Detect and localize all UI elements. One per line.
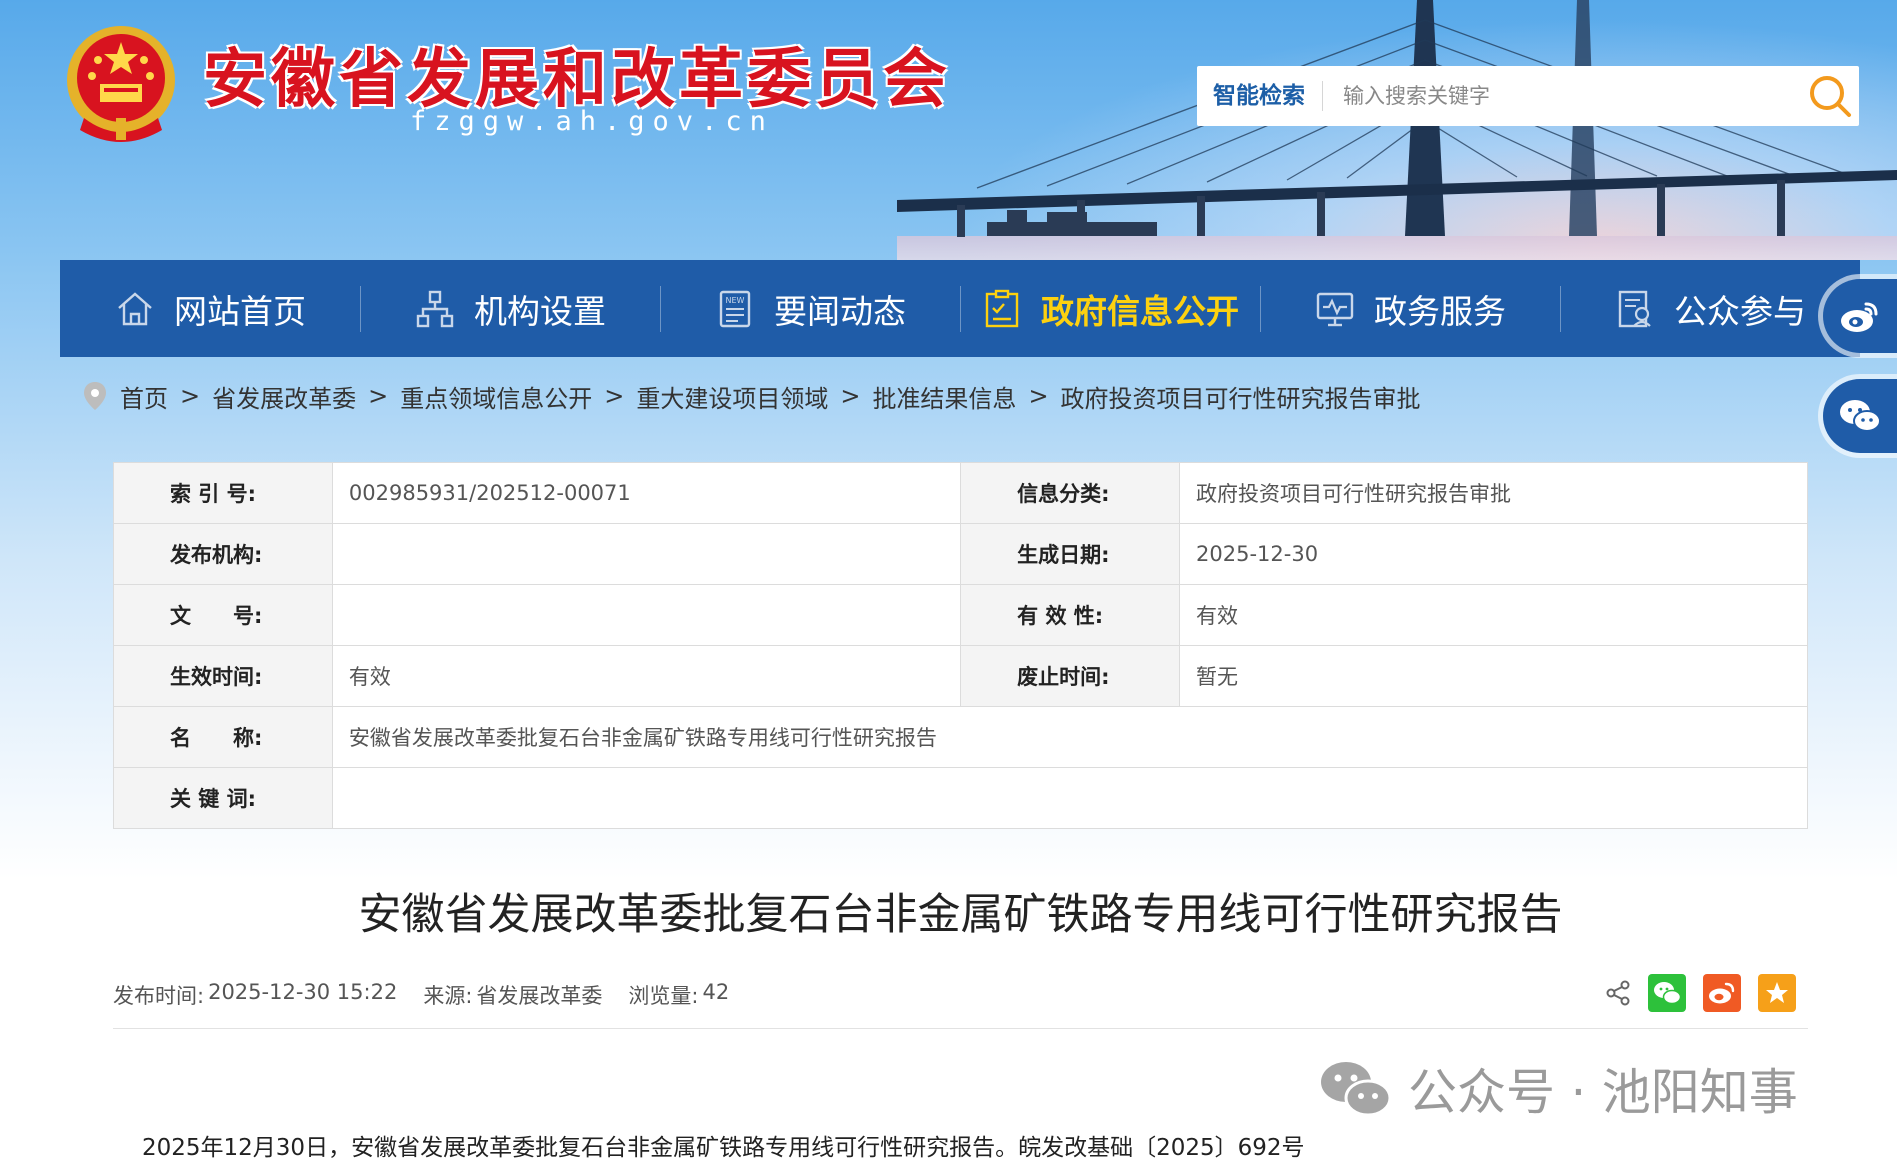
- location-pin-icon: [84, 382, 106, 410]
- watermark: 公众号 · 池阳知事: [1318, 1053, 1798, 1124]
- watermark-text: 公众号 · 池阳知事: [1408, 1064, 1798, 1121]
- home-icon: [118, 291, 152, 325]
- table-row: 名 称: 安徽省发展改革委批复石台非金属矿铁路专用线可行性研究报告: [113, 706, 1809, 768]
- breadcrumb-commission[interactable]: 省发展改革委: [212, 379, 356, 414]
- breadcrumb-current[interactable]: 政府投资项目可行性研究报告审批: [1061, 379, 1421, 414]
- article-body-paragraph: 2025年12月30日，安徽省发展改革委批复石台非金属矿铁路专用线可行性研究报告…: [142, 1135, 1305, 1161]
- wechat-icon: [1840, 400, 1881, 432]
- publisher-value: [331, 523, 962, 585]
- meta-divider: [113, 1028, 1808, 1029]
- smart-search-label[interactable]: 智能检索: [1197, 81, 1323, 111]
- validity-label: 有 效 性:: [960, 584, 1181, 646]
- name-label: 名 称:: [113, 706, 333, 768]
- svg-text:NEW: NEW: [726, 296, 745, 305]
- breadcrumb-separator: >: [368, 382, 389, 410]
- created-date-label: 生成日期:: [960, 523, 1181, 585]
- nav-item-label: 要闻动态: [774, 291, 906, 331]
- effective-time-label: 生效时间:: [113, 645, 333, 707]
- weibo-share-button[interactable]: [1703, 974, 1741, 1012]
- doc-no-label: 文 号:: [113, 584, 333, 646]
- effective-time-value: 有效: [331, 645, 962, 707]
- nav-item-organization[interactable]: 机构设置: [360, 260, 660, 357]
- breadcrumb-major-projects[interactable]: 重大建设项目领域: [636, 379, 828, 414]
- article-title: 安徽省发展改革委批复石台非金属矿铁路专用线可行性研究报告: [358, 890, 1563, 940]
- publish-time-label: 发布时间:: [113, 984, 205, 1008]
- doc-no-value: [331, 584, 962, 646]
- table-row: 发布机构: 生成日期: 2025-12-30: [113, 523, 1808, 585]
- national-emblem-logo: [67, 26, 175, 142]
- main-nav: 网站首页 机构设置 NEW 要闻动态 政府信息公开 政务服务 公众参与: [60, 260, 1860, 357]
- index-no-value: 002985931/202512-00071: [331, 462, 962, 524]
- nav-item-news[interactable]: NEW 要闻动态: [660, 260, 960, 357]
- nav-item-info-disclosure[interactable]: 政府信息公开: [960, 260, 1260, 357]
- nav-item-label: 机构设置: [474, 291, 606, 331]
- share-bar: [1605, 974, 1796, 1012]
- table-row: 索 引 号: 002985931/202512-00071 信息分类: 政府投资…: [113, 462, 1808, 524]
- share-icon[interactable]: [1605, 980, 1631, 1006]
- article-meta: 发布时间: 2025-12-30 15:22 来源: 省发展改革委 浏览量: 4…: [113, 980, 733, 1010]
- breadcrumb-key-areas[interactable]: 重点领域信息公开: [400, 379, 592, 414]
- name-value: 安徽省发展改革委批复石台非金属矿铁路专用线可行性研究报告: [331, 706, 1809, 768]
- views-label: 浏览量:: [628, 984, 699, 1008]
- wechat-share-button[interactable]: [1648, 974, 1686, 1012]
- weibo-float-button[interactable]: [1823, 279, 1897, 353]
- search-input[interactable]: [1323, 76, 1801, 116]
- nav-item-label: 公众参与: [1674, 291, 1806, 331]
- breadcrumb-separator: >: [840, 382, 861, 410]
- news-icon: NEW: [719, 290, 751, 327]
- abolished-time-value: 暂无: [1179, 645, 1808, 707]
- nav-item-label: 政府信息公开: [1041, 291, 1239, 331]
- bridge-banner-image: [897, 0, 1897, 260]
- table-row: 关 键 词:: [113, 767, 1809, 829]
- keywords-value: [331, 767, 1809, 829]
- favorite-button[interactable]: [1758, 974, 1796, 1012]
- publisher-label: 发布机构:: [113, 523, 333, 585]
- breadcrumb-home[interactable]: 首页: [120, 379, 168, 414]
- abolished-time-label: 废止时间:: [960, 645, 1181, 707]
- breadcrumb-separator: >: [1028, 382, 1049, 410]
- category-value: 政府投资项目可行性研究报告审批: [1179, 462, 1808, 524]
- index-no-label: 索 引 号:: [113, 462, 333, 524]
- breadcrumb-separator: >: [604, 382, 625, 410]
- nav-item-participation[interactable]: 公众参与: [1560, 260, 1860, 357]
- table-row: 生效时间: 有效 废止时间: 暂无: [113, 645, 1808, 707]
- breadcrumb-approval-results[interactable]: 批准结果信息: [872, 379, 1016, 414]
- keywords-label: 关 键 词:: [113, 767, 333, 829]
- nav-item-home[interactable]: 网站首页: [60, 260, 360, 357]
- created-date-value: 2025-12-30: [1179, 523, 1808, 585]
- weibo-icon: [1841, 302, 1878, 332]
- source-label: 来源:: [423, 984, 473, 1008]
- wechat-share-icon: [1654, 982, 1682, 1005]
- search-box: 智能检索: [1197, 66, 1859, 126]
- info-disclosure-icon: [985, 289, 1019, 327]
- table-row: 文 号: 有 效 性: 有效: [113, 584, 1808, 646]
- wechat-watermark-icon: [1321, 1061, 1392, 1116]
- site-header: 安徽省发展和改革委员会 fzggw.ah.gov.cn 智能检索: [0, 0, 1897, 260]
- nav-item-label: 网站首页: [174, 291, 306, 331]
- views-value: 42: [702, 980, 730, 1004]
- breadcrumb: 首页 > 省发展改革委 > 重点领域信息公开 > 重大建设项目领域 > 批准结果…: [82, 378, 1421, 414]
- publish-time-value: 2025-12-30 15:22: [208, 980, 398, 1004]
- participation-icon: [1618, 290, 1651, 327]
- monitor-icon: [1316, 292, 1354, 326]
- search-icon[interactable]: [1801, 66, 1859, 126]
- category-label: 信息分类:: [960, 462, 1181, 524]
- validity-value: 有效: [1179, 584, 1808, 646]
- nav-item-label: 政务服务: [1374, 291, 1506, 331]
- org-chart-icon: [416, 290, 454, 327]
- nav-item-services[interactable]: 政务服务: [1260, 260, 1560, 357]
- document-info-table: 索 引 号: 002985931/202512-00071 信息分类: 政府投资…: [113, 462, 1809, 829]
- wechat-float-button[interactable]: [1823, 379, 1897, 453]
- favorite-icon: [1766, 982, 1788, 1003]
- breadcrumb-separator: >: [180, 382, 201, 410]
- source-value: 省发展改革委: [476, 984, 603, 1008]
- weibo-share-icon: [1709, 982, 1735, 1004]
- site-domain: fzggw.ah.gov.cn: [410, 106, 774, 137]
